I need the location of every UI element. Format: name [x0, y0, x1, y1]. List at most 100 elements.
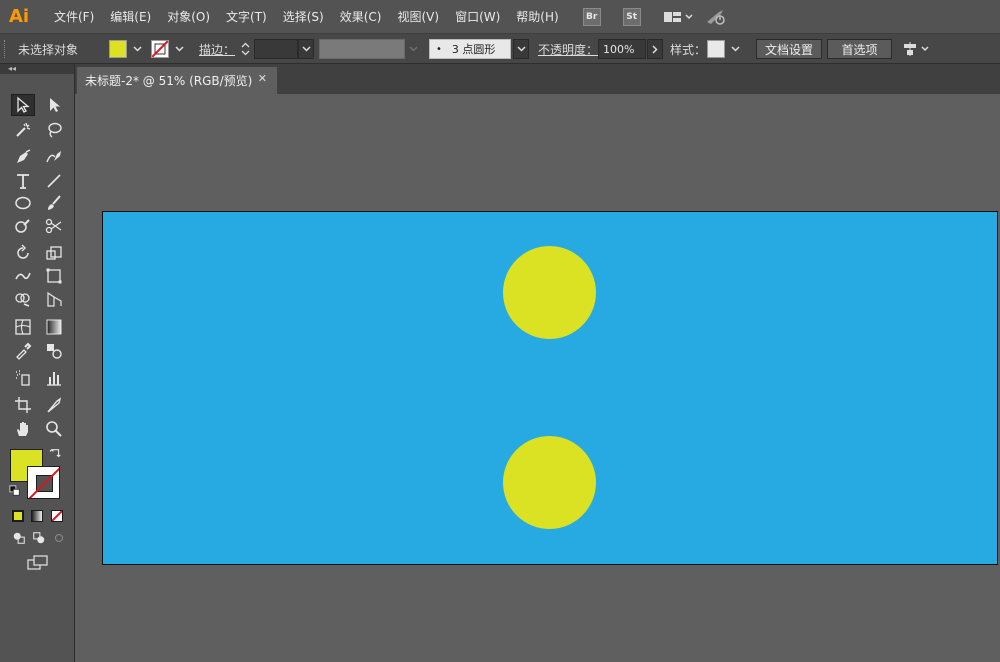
- draw-normal-icon: [13, 532, 25, 544]
- swap-fill-stroke-button[interactable]: [48, 447, 64, 461]
- column-graph-tool[interactable]: [42, 367, 66, 389]
- curvature-tool[interactable]: [42, 146, 66, 168]
- none-mode-button[interactable]: [51, 510, 63, 522]
- eyedropper-tool[interactable]: [11, 340, 35, 362]
- bridge-button[interactable]: Br: [582, 7, 601, 26]
- mesh-tool[interactable]: [11, 316, 35, 338]
- shaper-tool[interactable]: [11, 215, 35, 237]
- document-tab[interactable]: 未标题-2* @ 51% (RGB/预览) ✕: [77, 67, 277, 94]
- brush-definition[interactable]: • 3 点圆形: [429, 39, 511, 59]
- zoom-tool[interactable]: [42, 418, 66, 440]
- menu-type[interactable]: 文字(T): [218, 8, 275, 25]
- perspective-grid-tool[interactable]: [42, 288, 66, 310]
- draw-inside-icon: [54, 533, 64, 543]
- stroke-swatch[interactable]: [151, 40, 169, 58]
- bar-chart-icon: [47, 372, 61, 386]
- shape-builder-tool[interactable]: [11, 288, 35, 310]
- hand-tool[interactable]: [11, 418, 35, 440]
- opacity-arrow[interactable]: [647, 39, 663, 59]
- change-screen-mode-button[interactable]: [25, 554, 51, 572]
- draw-inside-button[interactable]: [50, 530, 68, 546]
- gradient-mode-button[interactable]: [31, 510, 43, 522]
- brush-dropdown[interactable]: [513, 39, 529, 59]
- document-tab-title: 未标题-2* @ 51% (RGB/预览): [85, 74, 253, 88]
- document-tab-bar: 未标题-2* @ 51% (RGB/预览) ✕: [75, 64, 1000, 94]
- gpu-performance-button[interactable]: [705, 8, 727, 26]
- warp-tool[interactable]: [11, 265, 35, 287]
- yellow-circle-bottom[interactable]: [503, 436, 596, 529]
- free-transform-tool[interactable]: [42, 265, 66, 287]
- line-icon: [47, 174, 61, 188]
- arrange-documents-button[interactable]: [663, 10, 693, 24]
- stock-button[interactable]: St: [622, 7, 641, 26]
- draw-normal-button[interactable]: [10, 530, 28, 546]
- stroke-label[interactable]: 描边：: [199, 41, 235, 58]
- blend-tool[interactable]: [42, 340, 66, 362]
- stroke-weight-stepper[interactable]: [237, 40, 253, 58]
- lasso-icon: [48, 122, 62, 138]
- symbol-sprayer-tool[interactable]: [11, 367, 35, 389]
- graphic-style-swatch[interactable]: [707, 40, 725, 58]
- menu-view[interactable]: 视图(V): [389, 8, 447, 25]
- magic-wand-tool[interactable]: [11, 119, 35, 141]
- variable-width-dropdown[interactable]: [405, 40, 421, 58]
- selection-status: 未选择对象: [18, 43, 79, 57]
- stroke-dropdown[interactable]: [171, 40, 187, 58]
- fill-dropdown[interactable]: [129, 40, 145, 58]
- shaper-icon: [15, 219, 30, 233]
- stroke-color-box[interactable]: [27, 466, 60, 499]
- document-setup-button[interactable]: 文档设置: [756, 39, 822, 59]
- close-tab-icon[interactable]: ✕: [258, 72, 267, 85]
- blend-icon: [47, 344, 62, 359]
- paintbrush-tool[interactable]: [42, 192, 66, 214]
- default-colors-button[interactable]: [8, 484, 22, 498]
- draw-behind-button[interactable]: [30, 530, 48, 546]
- menu-effect[interactable]: 效果(C): [332, 8, 390, 25]
- artboard-tool[interactable]: [11, 394, 35, 416]
- shape-builder-icon: [15, 293, 30, 307]
- selection-tool[interactable]: [11, 94, 35, 116]
- stroke-weight-input[interactable]: [254, 39, 298, 59]
- eyedropper-icon: [16, 342, 32, 360]
- artboard[interactable]: [102, 211, 998, 565]
- pen-tool[interactable]: [11, 146, 35, 168]
- direct-selection-tool[interactable]: [42, 94, 66, 116]
- rotate-tool[interactable]: [11, 242, 35, 264]
- tools-panel-header[interactable]: ◂◂: [0, 64, 74, 74]
- align-options-button[interactable]: [900, 40, 934, 58]
- free-transform-icon: [46, 268, 62, 284]
- panel-grip[interactable]: [4, 40, 7, 58]
- menu-object[interactable]: 对象(O): [159, 8, 218, 25]
- collapse-icon[interactable]: ◂◂: [8, 65, 16, 73]
- graphic-style-dropdown[interactable]: [727, 40, 743, 58]
- menu-edit[interactable]: 编辑(E): [102, 8, 159, 25]
- scale-tool[interactable]: [42, 242, 66, 264]
- hand-icon: [17, 422, 28, 436]
- preferences-button[interactable]: 首选项: [827, 39, 892, 59]
- gradient-tool[interactable]: [42, 316, 66, 338]
- opacity-input[interactable]: 100%: [598, 39, 646, 59]
- app-logo: Ai: [8, 6, 30, 27]
- menu-file[interactable]: 文件(F): [46, 8, 102, 25]
- line-segment-tool[interactable]: [42, 170, 66, 192]
- opacity-label[interactable]: 不透明度：: [538, 41, 598, 58]
- ellipse-tool[interactable]: [11, 192, 35, 214]
- scissors-tool[interactable]: [42, 215, 66, 237]
- yellow-circle-top[interactable]: [503, 246, 596, 339]
- canvas-area[interactable]: [75, 94, 1000, 662]
- chevron-right-icon: [652, 44, 658, 54]
- type-tool[interactable]: [11, 170, 35, 192]
- ellipse-icon: [15, 196, 31, 210]
- menu-window[interactable]: 窗口(W): [447, 8, 508, 25]
- paintbrush-icon: [48, 195, 61, 210]
- perspective-grid-icon: [47, 291, 62, 307]
- color-mode-button[interactable]: [12, 510, 24, 522]
- variable-width-profile[interactable]: [319, 39, 405, 59]
- stroke-weight-dropdown[interactable]: [298, 39, 314, 59]
- lasso-tool[interactable]: [42, 119, 66, 141]
- menu-help[interactable]: 帮助(H): [508, 8, 566, 25]
- fill-swatch[interactable]: [109, 40, 127, 58]
- swap-arrows-icon: [49, 448, 61, 458]
- menu-select[interactable]: 选择(S): [275, 8, 332, 25]
- slice-tool[interactable]: [42, 394, 66, 416]
